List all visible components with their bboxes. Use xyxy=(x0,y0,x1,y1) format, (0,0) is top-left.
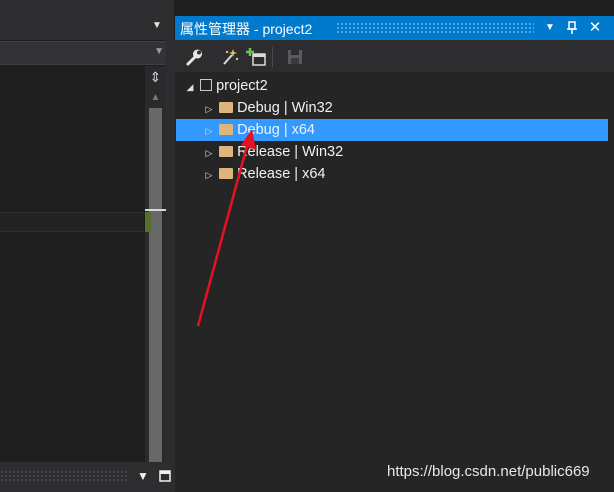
current-line-highlight xyxy=(0,212,144,232)
close-icon[interactable]: ✕ xyxy=(585,18,605,38)
wrench-icon[interactable] xyxy=(183,46,205,68)
caret-position-marker xyxy=(145,209,166,211)
project-icon xyxy=(200,79,213,92)
collapsed-triangle-icon[interactable]: ▷ xyxy=(203,142,215,164)
add-sheet-icon[interactable] xyxy=(246,46,268,68)
split-editor-icon[interactable]: ⇕ xyxy=(147,68,164,86)
panel-title: 属性管理器 - project2 xyxy=(180,21,313,37)
pin-icon[interactable] xyxy=(562,18,582,38)
configuration-label: Release | x64 xyxy=(237,166,326,182)
change-marker xyxy=(145,212,151,232)
editor-tab-bar xyxy=(0,0,174,40)
maximize-icon[interactable] xyxy=(156,466,174,486)
expanded-triangle-icon[interactable]: ◢ xyxy=(184,76,196,98)
drag-grip[interactable] xyxy=(336,22,534,34)
tree-item-configuration[interactable]: ▷ Release | x64 xyxy=(203,163,326,186)
navigation-dropdown[interactable]: ▼ xyxy=(0,41,170,65)
watermark: https://blog.csdn.net/public669 xyxy=(387,463,590,480)
chevron-down-icon[interactable]: ▼ xyxy=(540,18,560,38)
scrollbar-thumb[interactable] xyxy=(149,108,162,462)
configuration-label: Debug | Win32 xyxy=(237,100,333,116)
toolbar-separator xyxy=(272,47,273,67)
folder-icon xyxy=(219,167,234,179)
tree-item-configuration-selected[interactable]: ▷ Debug | x64 xyxy=(176,119,608,141)
tree-item-project[interactable]: ◢ project2 xyxy=(184,75,268,97)
chevron-down-icon[interactable]: ▼ xyxy=(134,466,152,486)
configuration-label: Release | Win32 xyxy=(237,144,344,160)
collapsed-triangle-icon[interactable]: ▷ xyxy=(203,120,215,142)
folder-icon xyxy=(219,101,234,113)
wand-icon[interactable] xyxy=(219,46,241,68)
folder-icon xyxy=(219,145,234,157)
drag-grip[interactable] xyxy=(0,470,128,482)
scroll-up-icon[interactable]: ▲ xyxy=(148,92,163,104)
folder-icon xyxy=(219,123,234,135)
save-icon xyxy=(284,46,306,68)
tree-item-configuration[interactable]: ▷ Debug | Win32 xyxy=(203,97,333,119)
tree-item-configuration[interactable]: ▷ Release | Win32 xyxy=(203,141,344,164)
collapsed-triangle-icon[interactable]: ▷ xyxy=(203,164,215,186)
configuration-label: Debug | x64 xyxy=(237,122,315,138)
code-editor[interactable] xyxy=(0,66,144,462)
pane-splitter[interactable] xyxy=(166,40,175,492)
chevron-down-icon: ▼ xyxy=(154,46,164,57)
collapsed-triangle-icon[interactable]: ▷ xyxy=(203,98,215,120)
chevron-down-icon[interactable]: ▼ xyxy=(152,20,162,31)
project-label: project2 xyxy=(216,78,268,94)
